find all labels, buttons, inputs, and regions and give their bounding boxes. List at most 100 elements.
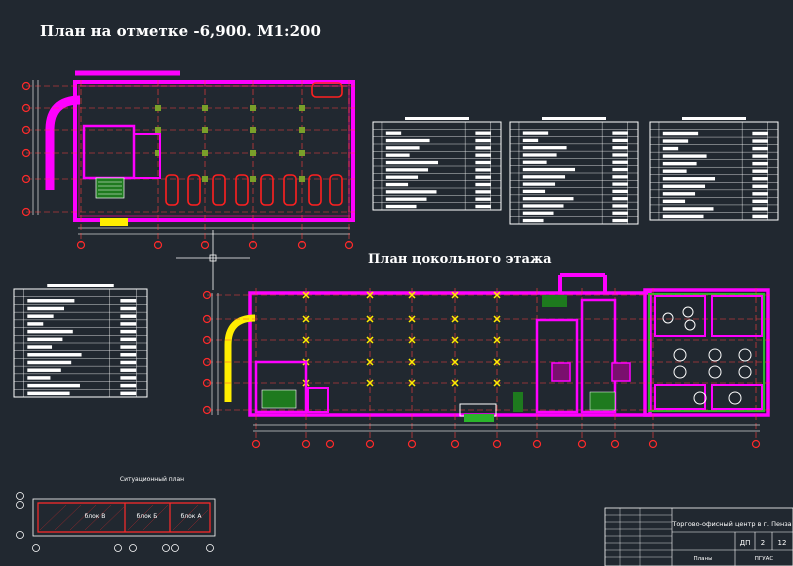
organization: ПГУАС bbox=[755, 556, 774, 562]
spec-table-cell-text bbox=[27, 376, 51, 380]
spec-table-cell-text bbox=[662, 177, 716, 181]
spec-table-cell-text bbox=[27, 322, 44, 326]
spec-table-cell-qty bbox=[612, 146, 628, 150]
title-block: Торгово-офисный центр в г. Пенза ДП 2 12… bbox=[604, 507, 793, 566]
spec-table-cell-text bbox=[662, 154, 707, 158]
spec-table-cell-text bbox=[522, 197, 574, 201]
project-name: Торгово-офисный центр в г. Пенза bbox=[671, 520, 791, 528]
spec-table-cell-text bbox=[385, 190, 437, 194]
spec-table-heading bbox=[542, 117, 606, 120]
spec-table-cell-text bbox=[385, 146, 420, 150]
spec-table-cell-text bbox=[522, 204, 564, 208]
spec-table-cell-text bbox=[662, 161, 697, 166]
spec-table-cell-text bbox=[27, 337, 63, 342]
block-a-label: блок А bbox=[181, 513, 203, 520]
spec-table-cell-text bbox=[662, 207, 714, 211]
spec-table-cell-qty bbox=[752, 184, 768, 188]
spec-table-cell-qty bbox=[120, 306, 137, 311]
spec-table-cell-qty bbox=[120, 329, 137, 334]
sheet-name: Планы bbox=[694, 556, 713, 562]
spec-table-cell-text bbox=[662, 169, 687, 173]
spec-table-cell-qty bbox=[475, 190, 491, 194]
spec-table-cell-qty bbox=[475, 160, 491, 165]
spec-table-cell-text bbox=[27, 299, 75, 303]
spec-table-cell-qty bbox=[752, 154, 768, 158]
spec-table-cell-qty bbox=[752, 177, 768, 181]
spec-table-cell-qty bbox=[752, 207, 768, 211]
spec-table-cell-qty bbox=[120, 299, 137, 303]
sheet-count: 12 bbox=[778, 539, 787, 547]
site-plan-caption: Ситуационный план bbox=[120, 476, 184, 483]
spec-table-cell-qty bbox=[120, 322, 137, 326]
spec-table-cell-text bbox=[27, 383, 80, 388]
spec-table-cell-qty bbox=[612, 197, 628, 201]
spec-table-cell-text bbox=[385, 138, 430, 143]
cad-drawing-canvas[interactable]: { "titles": { "upper_plan": "План на отм… bbox=[0, 0, 793, 566]
spec-table-cell-text bbox=[522, 211, 554, 215]
spec-table-cell-text bbox=[662, 184, 706, 188]
spec-table-cell-text bbox=[522, 131, 549, 135]
spec-table-cell-qty bbox=[752, 199, 768, 204]
spec-table-cell-qty bbox=[612, 189, 628, 194]
block-b-label: блок Б bbox=[137, 513, 158, 520]
block-v-label: блок В bbox=[85, 513, 106, 520]
spec-table-cell-qty bbox=[752, 161, 768, 166]
site-plan: Ситуационный план блок В блок Б блок А bbox=[16, 476, 216, 552]
spec-table-cell-text bbox=[522, 189, 546, 194]
spec-table-heading bbox=[405, 117, 469, 120]
spec-table-cell-qty bbox=[120, 391, 137, 396]
spec-table-cell-qty bbox=[612, 153, 628, 157]
spec-table-cell-qty bbox=[752, 146, 768, 151]
specification-tables bbox=[13, 117, 779, 398]
spec-table-cell-qty bbox=[120, 376, 137, 380]
spec-table-cell-qty bbox=[120, 368, 137, 372]
spec-table-cell-qty bbox=[120, 353, 137, 357]
spec-table-cell-text bbox=[662, 131, 699, 136]
spec-table-cell-text bbox=[27, 353, 82, 357]
spec-table-cell-text bbox=[522, 138, 539, 143]
basement-floor-plan bbox=[202, 273, 770, 449]
spec-table-cell-text bbox=[522, 175, 566, 179]
spec-table-cell-qty bbox=[752, 131, 768, 136]
spec-table-cell-qty bbox=[612, 182, 628, 186]
spec-table-cell-qty bbox=[475, 138, 491, 143]
spec-table-cell-text bbox=[27, 360, 72, 365]
spec-table-cell-qty bbox=[612, 204, 628, 208]
spec-table-cell-qty bbox=[752, 169, 768, 173]
spec-table-cell-qty bbox=[120, 337, 137, 342]
spec-table-cell-qty bbox=[475, 204, 491, 209]
stage-code: ДП bbox=[740, 539, 751, 547]
spec-table-cell-qty bbox=[120, 314, 137, 318]
spec-table-cell-qty bbox=[475, 131, 491, 135]
spec-table-cell-text bbox=[662, 192, 696, 196]
spec-table-cell-text bbox=[385, 182, 409, 187]
spec-table-cell-qty bbox=[120, 383, 137, 388]
spec-table-cell-qty bbox=[752, 139, 768, 143]
spec-table-cell-text bbox=[662, 139, 689, 143]
spec-table-cell-qty bbox=[612, 160, 628, 164]
spec-table-cell-qty bbox=[475, 182, 491, 187]
spec-table-cell-text bbox=[27, 345, 53, 349]
spec-table-cell-text bbox=[27, 391, 70, 396]
sheet-number: 2 bbox=[761, 539, 765, 547]
spec-table-cell-text bbox=[385, 160, 439, 165]
alignment-cross bbox=[176, 230, 250, 290]
spec-table-cell-qty bbox=[612, 218, 628, 223]
spec-table-cell-text bbox=[522, 153, 557, 157]
spec-table-cell-qty bbox=[475, 146, 491, 150]
spec-table-cell-text bbox=[662, 146, 679, 151]
spec-table-cell-qty bbox=[475, 168, 491, 172]
spec-table-cell-qty bbox=[612, 131, 628, 135]
spec-table-cell-text bbox=[385, 175, 419, 179]
spec-table-cell-qty bbox=[752, 214, 768, 219]
spec-table-cell-text bbox=[27, 368, 61, 372]
spec-table-cell-qty bbox=[612, 138, 628, 143]
spec-table-heading bbox=[682, 117, 746, 120]
spec-table-cell-qty bbox=[612, 211, 628, 215]
spec-table-cell-qty bbox=[612, 167, 628, 172]
spec-table-cell-text bbox=[385, 197, 427, 201]
drawing-sheet: Ситуационный план блок В блок Б блок А Т… bbox=[13, 70, 793, 566]
spec-table-cell-text bbox=[522, 146, 567, 150]
upper-floor-plan bbox=[21, 70, 355, 250]
spec-table-cell-qty bbox=[120, 360, 137, 365]
